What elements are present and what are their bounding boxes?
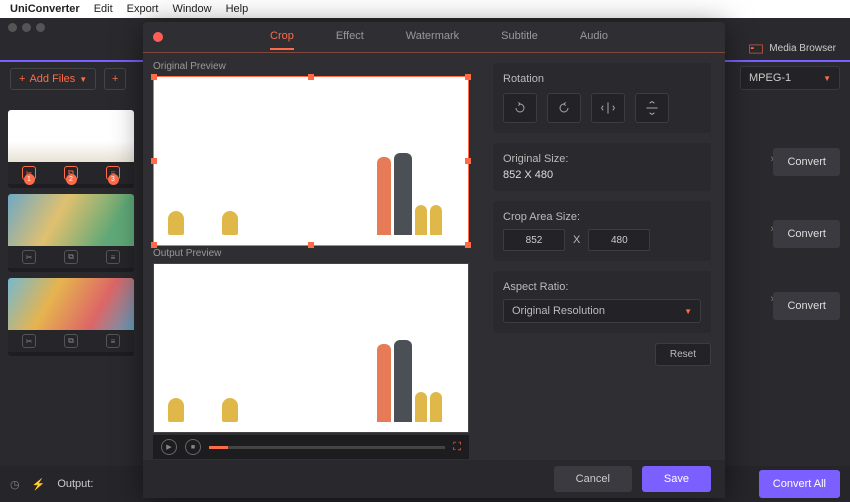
convert-button[interactable]: Convert xyxy=(773,148,840,176)
clip-edit-bar: ✂1 ⧉2 ≡3 xyxy=(8,162,134,184)
seek-track[interactable] xyxy=(209,446,445,449)
effects-icon[interactable]: ≡ xyxy=(106,334,120,348)
stop-icon[interactable]: ■ xyxy=(185,439,201,455)
crop-icon[interactable]: ⧉2 xyxy=(64,166,78,180)
crop-icon[interactable]: ⧉ xyxy=(64,250,78,264)
timer-icon[interactable]: ◷ xyxy=(10,478,20,491)
play-icon[interactable]: ▶ xyxy=(161,439,177,455)
convert-button[interactable]: Convert xyxy=(773,292,840,320)
save-button[interactable]: Save xyxy=(642,466,711,492)
format-selector[interactable]: MPEG-1▼ xyxy=(740,66,840,90)
clip-thumbnail xyxy=(8,278,134,330)
cut-icon[interactable]: ✂1 xyxy=(22,166,36,180)
clip-list: ✂1 ⧉2 ≡3 ✂ ⧉ ≡ ✂ ⧉ ≡ xyxy=(8,110,134,356)
modal-tabs: Crop Effect Watermark Subtitle Audio xyxy=(163,24,715,50)
clip-item[interactable]: ✂ ⧉ ≡ xyxy=(8,194,134,272)
clip-thumbnail xyxy=(8,110,134,162)
menu-export[interactable]: Export xyxy=(127,3,159,15)
menu-window[interactable]: Window xyxy=(172,3,211,15)
convert-column: Convert Convert Convert xyxy=(773,148,840,320)
effects-icon[interactable]: ≡ xyxy=(106,250,120,264)
original-preview[interactable] xyxy=(153,76,469,246)
settings-panel: Rotation Original Size: 852 X 480 Crop A… xyxy=(479,53,725,460)
app-name: UniConverter xyxy=(10,3,80,15)
reset-button[interactable]: Reset xyxy=(655,343,711,366)
fullscreen-icon[interactable]: ⛶ xyxy=(453,441,461,454)
media-browser-label[interactable]: Media Browser xyxy=(769,43,836,54)
aspect-ratio-select[interactable]: Original Resolution▼ xyxy=(503,299,701,323)
crop-by-label: X xyxy=(573,234,580,246)
crop-height-input[interactable] xyxy=(588,229,650,251)
tab-effect[interactable]: Effect xyxy=(336,24,364,50)
output-preview-label: Output Preview xyxy=(153,248,469,259)
tab-watermark[interactable]: Watermark xyxy=(406,24,459,50)
modal-header: Crop Effect Watermark Subtitle Audio xyxy=(143,22,725,52)
media-browser-icon[interactable] xyxy=(749,44,763,54)
add-files-button[interactable]: +Add Files▼ xyxy=(10,68,96,90)
menu-edit[interactable]: Edit xyxy=(94,3,113,15)
rotate-ccw-button[interactable] xyxy=(503,93,537,123)
rotation-label: Rotation xyxy=(503,73,701,85)
original-preview-label: Original Preview xyxy=(153,61,469,72)
output-preview xyxy=(153,263,469,433)
tab-crop[interactable]: Crop xyxy=(270,24,294,50)
tab-subtitle[interactable]: Subtitle xyxy=(501,24,538,50)
flip-horizontal-button[interactable] xyxy=(591,93,625,123)
clip-item[interactable]: ✂ ⧉ ≡ xyxy=(8,278,134,356)
convert-button[interactable]: Convert xyxy=(773,220,840,248)
convert-all-button[interactable]: Convert All xyxy=(759,470,840,498)
menubar: UniConverter Edit Export Window Help xyxy=(0,0,850,18)
modal-footer: Cancel Save xyxy=(143,460,725,498)
crop-icon[interactable]: ⧉ xyxy=(64,334,78,348)
tab-audio[interactable]: Audio xyxy=(580,24,608,50)
cut-icon[interactable]: ✂ xyxy=(22,334,36,348)
original-size-label: Original Size: xyxy=(503,153,701,165)
cancel-button[interactable]: Cancel xyxy=(554,466,632,492)
crop-area-label: Crop Area Size: xyxy=(503,211,701,223)
flash-icon[interactable]: ⚡ xyxy=(32,478,46,491)
output-label: Output: xyxy=(57,478,93,490)
preview-column: Original Preview Output Preview ▶ ■ ⛶ xyxy=(143,53,479,460)
crop-width-input[interactable] xyxy=(503,229,565,251)
cut-icon[interactable]: ✂ xyxy=(22,250,36,264)
aspect-ratio-label: Aspect Ratio: xyxy=(503,281,701,293)
add-button[interactable]: + xyxy=(104,68,126,90)
close-icon[interactable] xyxy=(153,32,163,42)
effects-icon[interactable]: ≡3 xyxy=(106,166,120,180)
crop-modal: Crop Effect Watermark Subtitle Audio Ori… xyxy=(143,22,725,498)
rotate-cw-button[interactable] xyxy=(547,93,581,123)
playbar: ▶ ■ ⛶ xyxy=(153,435,469,459)
clip-thumbnail xyxy=(8,194,134,246)
clip-item[interactable]: ✂1 ⧉2 ≡3 xyxy=(8,110,134,188)
original-size-value: 852 X 480 xyxy=(503,169,701,181)
format-selector-area: MPEG-1▼ xyxy=(740,66,840,90)
menu-help[interactable]: Help xyxy=(226,3,249,15)
flip-vertical-button[interactable] xyxy=(635,93,669,123)
